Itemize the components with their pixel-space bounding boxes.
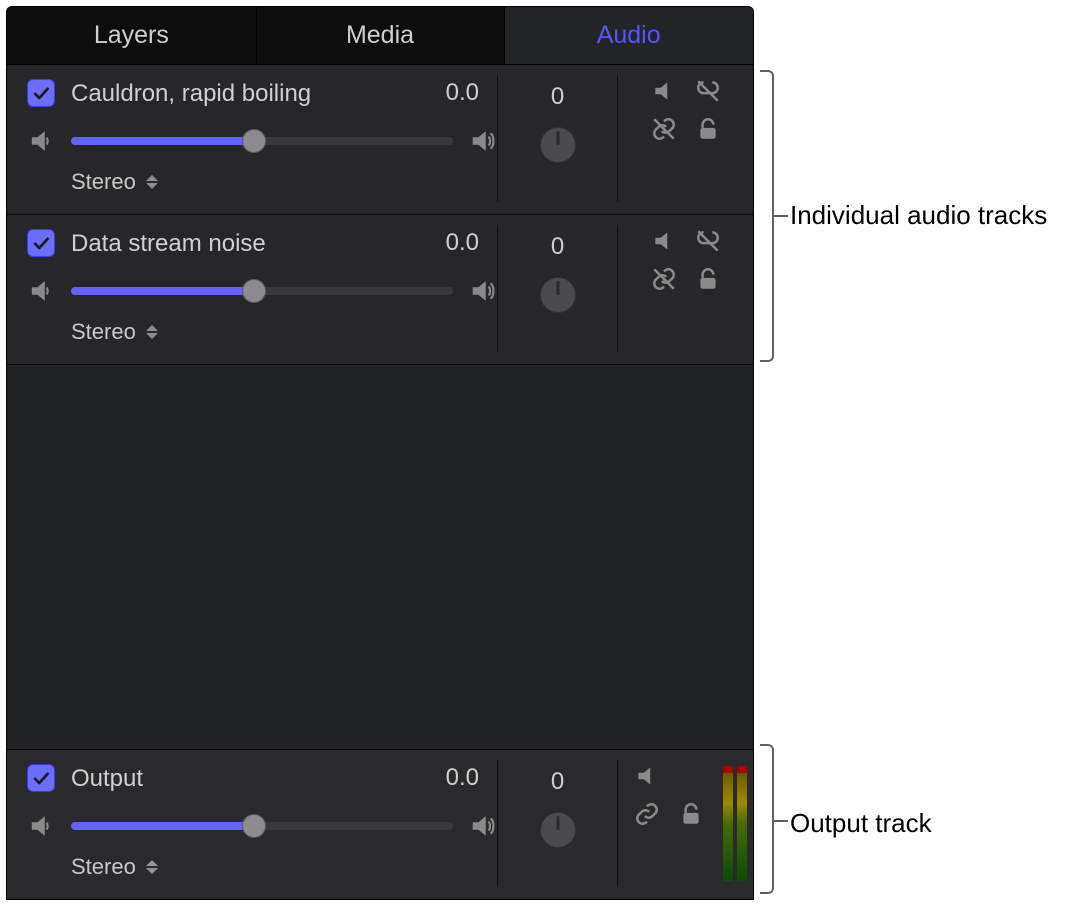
speaker-high-icon [469,812,497,840]
output-track: Output 0.0 Stereo [7,749,753,899]
lock-icon[interactable] [676,802,706,826]
tracks-empty-area [7,365,753,749]
annotations: Individual audio tracks Output track [762,0,1062,900]
pan-knob[interactable] [540,277,576,313]
mute-icon[interactable] [649,79,679,103]
track-enable-checkbox[interactable] [27,764,55,792]
tracks-list: Cauldron, rapid boiling 0.0 Stereo [7,65,753,899]
volume-slider[interactable] [71,287,453,295]
tab-media-label: Media [346,21,414,50]
link-icon[interactable] [649,117,679,141]
channel-dropdown[interactable]: Stereo [71,169,160,195]
solo-icon[interactable] [693,229,723,253]
tab-audio-label: Audio [597,21,661,50]
channel-value: Stereo [71,319,136,345]
tab-audio[interactable]: Audio [504,7,753,64]
callout-tick [774,820,788,822]
channel-dropdown[interactable]: Stereo [71,319,160,345]
link-icon[interactable] [649,267,679,291]
dropdown-caret-icon [146,856,160,878]
pan-value[interactable]: 0 [551,79,564,115]
pan-knob[interactable] [540,812,576,848]
audio-track: Data stream noise 0.0 Stereo [7,215,753,365]
channel-value: Stereo [71,169,136,195]
audio-panel: Layers Media Audio Cauldron, rapid boili… [6,6,754,900]
track-enable-checkbox[interactable] [27,79,55,107]
mute-icon[interactable] [649,229,679,253]
track-name[interactable]: Cauldron, rapid boiling [67,78,415,108]
bracket-icon [760,70,774,362]
track-level-value[interactable]: 0.0 [427,79,497,107]
dropdown-caret-icon [146,321,160,343]
solo-icon[interactable] [693,79,723,103]
volume-slider[interactable] [71,137,453,145]
volume-slider[interactable] [71,822,453,830]
callout-tick [774,215,788,217]
tab-media[interactable]: Media [256,7,505,64]
channel-value: Stereo [71,854,136,880]
lock-icon[interactable] [693,267,723,291]
mute-icon[interactable] [632,764,662,788]
track-level-value[interactable]: 0.0 [427,764,497,792]
pan-value[interactable]: 0 [551,764,564,800]
panel-tabs: Layers Media Audio [7,7,753,65]
speaker-low-icon [27,277,55,305]
speaker-high-icon [469,127,497,155]
annotation-individual: Individual audio tracks [790,200,1047,231]
bracket-icon [760,744,774,894]
pan-knob[interactable] [540,127,576,163]
dropdown-caret-icon [146,171,160,193]
speaker-high-icon [469,277,497,305]
track-name[interactable]: Output [67,763,415,793]
tab-layers[interactable]: Layers [7,7,256,64]
annotation-output: Output track [790,808,932,839]
speaker-low-icon [27,127,55,155]
track-enable-checkbox[interactable] [27,229,55,257]
audio-track: Cauldron, rapid boiling 0.0 Stereo [7,65,753,215]
channel-dropdown[interactable]: Stereo [71,854,160,880]
speaker-low-icon [27,812,55,840]
level-meter [723,766,747,881]
link-icon[interactable] [632,802,662,826]
pan-value[interactable]: 0 [551,229,564,265]
track-level-value[interactable]: 0.0 [427,229,497,257]
lock-icon[interactable] [693,117,723,141]
tab-layers-label: Layers [94,21,169,50]
track-name[interactable]: Data stream noise [67,228,415,258]
